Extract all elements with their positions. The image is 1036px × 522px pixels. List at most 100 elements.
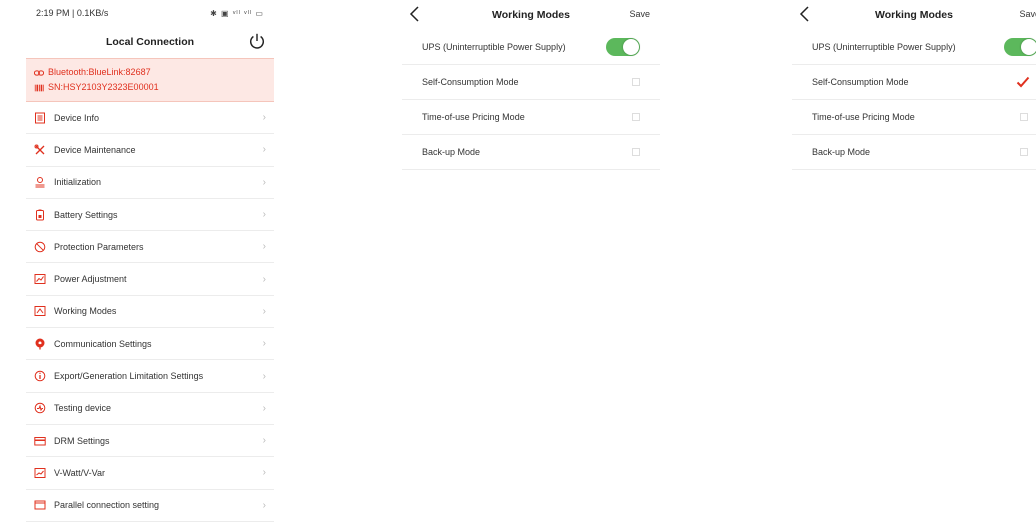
bluetooth-row: Bluetooth:BlueLink:82687 bbox=[34, 65, 266, 80]
sn-row: SN:HSY2103Y2323E00001 bbox=[34, 80, 266, 95]
chevron-right-icon: › bbox=[262, 402, 266, 414]
menu-item-drm-settings[interactable]: DRM Settings › bbox=[26, 425, 274, 458]
chevron-right-icon: › bbox=[262, 176, 266, 188]
mode-row-ups: UPS (Uninterruptible Power Supply) bbox=[792, 30, 1036, 65]
link-icon bbox=[34, 69, 44, 76]
menu-label: V-Watt/V-Var bbox=[54, 467, 106, 478]
menu-label: Power Adjustment bbox=[54, 274, 127, 285]
chevron-right-icon: › bbox=[262, 370, 266, 382]
chevron-right-icon: › bbox=[262, 467, 266, 479]
ups-toggle[interactable] bbox=[606, 38, 640, 56]
settings-menu: Device Info › Device Maintenance › Initi… bbox=[26, 102, 274, 522]
header: Working Modes Save bbox=[402, 0, 660, 30]
mode-label: Back-up Mode bbox=[812, 147, 871, 157]
status-icons: ✱ ▣ ᵛˡˡ ᵛˡˡ ▭ bbox=[210, 8, 264, 18]
menu-label: Parallel connection setting bbox=[54, 500, 160, 511]
mode-label: Time-of-use Pricing Mode bbox=[812, 112, 915, 122]
mode-row-back-up: Back-up Mode bbox=[792, 135, 1036, 170]
self-consumption-checkbox[interactable] bbox=[632, 78, 640, 86]
mode-row-self-consumption: Self-Consumption Mode bbox=[792, 65, 1036, 100]
bluetooth-label: Bluetooth:BlueLink:82687 bbox=[48, 67, 151, 77]
power-icon[interactable] bbox=[248, 32, 266, 50]
chart-icon bbox=[34, 274, 46, 285]
shield-icon bbox=[34, 241, 46, 253]
status-time: 2:19 PM | 0.1KB/s bbox=[36, 8, 109, 18]
working-modes-screen-selected: Working Modes Save UPS (Uninterruptible … bbox=[792, 0, 1036, 180]
save-button[interactable]: Save bbox=[1019, 9, 1036, 19]
menu-item-parallel-connection[interactable]: Parallel connection setting › bbox=[26, 490, 274, 522]
menu-item-power-adjustment[interactable]: Power Adjustment › bbox=[26, 263, 274, 296]
menu-label: Initialization bbox=[54, 177, 102, 188]
connection-info: Bluetooth:BlueLink:82687 SN:HSY2103Y2323… bbox=[26, 58, 274, 102]
graph-icon bbox=[34, 467, 46, 478]
menu-label: Communication Settings bbox=[54, 338, 152, 349]
chevron-right-icon: › bbox=[262, 305, 266, 317]
status-bar: 2:19 PM | 0.1KB/s ✱ ▣ ᵛˡˡ ᵛˡˡ ▭ bbox=[26, 0, 274, 26]
menu-item-device-info[interactable]: Device Info › bbox=[26, 102, 274, 135]
antenna-icon bbox=[35, 338, 45, 350]
mode-label: UPS (Uninterruptible Power Supply) bbox=[812, 42, 956, 52]
menu-item-testing-device[interactable]: Testing device › bbox=[26, 393, 274, 425]
page-title: Working Modes bbox=[492, 9, 570, 21]
menu-label: Protection Parameters bbox=[54, 241, 144, 252]
title-bar: Local Connection bbox=[26, 26, 274, 58]
menu-label: Battery Settings bbox=[54, 209, 118, 220]
modes-icon bbox=[34, 306, 46, 317]
menu-item-initialization[interactable]: Initialization › bbox=[26, 167, 274, 199]
chevron-right-icon: › bbox=[262, 338, 266, 350]
menu-item-working-modes[interactable]: Working Modes › bbox=[26, 296, 274, 329]
serial-number: SN:HSY2103Y2323E00001 bbox=[48, 82, 159, 92]
checkmark-icon[interactable] bbox=[1016, 76, 1030, 88]
page-title: Working Modes bbox=[875, 9, 953, 21]
toggle-knob bbox=[1021, 39, 1036, 55]
card-icon bbox=[34, 436, 46, 446]
menu-label: Device Maintenance bbox=[54, 144, 136, 155]
person-icon bbox=[35, 177, 45, 188]
menu-label: DRM Settings bbox=[54, 435, 110, 446]
mode-row-self-consumption: Self-Consumption Mode bbox=[402, 65, 660, 100]
back-up-checkbox[interactable] bbox=[1020, 148, 1028, 156]
menu-label: Export/Generation Limitation Settings bbox=[54, 371, 204, 382]
page-title: Local Connection bbox=[105, 36, 195, 48]
mode-row-ups: UPS (Uninterruptible Power Supply) bbox=[402, 30, 660, 65]
barcode-icon bbox=[34, 84, 44, 91]
menu-item-export-limitation[interactable]: Export/Generation Limitation Settings › bbox=[26, 360, 274, 393]
menu-label: Testing device bbox=[54, 403, 112, 414]
tools-icon bbox=[34, 144, 45, 155]
menu-label: Working Modes bbox=[54, 306, 117, 317]
chevron-right-icon: › bbox=[262, 499, 266, 511]
document-icon bbox=[35, 112, 45, 124]
chevron-right-icon: › bbox=[262, 144, 266, 156]
mode-row-time-of-use: Time-of-use Pricing Mode bbox=[402, 100, 660, 135]
chevron-right-icon: › bbox=[262, 209, 266, 221]
menu-item-device-maintenance[interactable]: Device Maintenance › bbox=[26, 134, 274, 167]
time-of-use-checkbox[interactable] bbox=[632, 113, 640, 121]
mode-label: UPS (Uninterruptible Power Supply) bbox=[422, 42, 566, 52]
back-arrow-icon[interactable] bbox=[408, 4, 422, 24]
chevron-right-icon: › bbox=[262, 273, 266, 285]
mode-label: Time-of-use Pricing Mode bbox=[422, 112, 525, 122]
time-of-use-checkbox[interactable] bbox=[1020, 113, 1028, 121]
chevron-right-icon: › bbox=[262, 241, 266, 253]
working-modes-screen-default: Working Modes Save UPS (Uninterruptible … bbox=[402, 0, 660, 180]
local-connection-screen: 2:19 PM | 0.1KB/s ✱ ▣ ᵛˡˡ ᵛˡˡ ▭ Local Co… bbox=[26, 0, 274, 522]
menu-label: Device Info bbox=[54, 112, 100, 123]
ups-toggle[interactable] bbox=[1004, 38, 1036, 56]
header: Working Modes Save bbox=[792, 0, 1036, 30]
menu-item-communication-settings[interactable]: Communication Settings › bbox=[26, 328, 274, 361]
test-icon bbox=[34, 403, 46, 414]
menu-item-v-watt-v-var[interactable]: V-Watt/V-Var › bbox=[26, 457, 274, 490]
window-icon bbox=[34, 500, 46, 510]
menu-item-protection-parameters[interactable]: Protection Parameters › bbox=[26, 231, 274, 264]
toggle-knob bbox=[623, 39, 639, 55]
save-button[interactable]: Save bbox=[629, 9, 650, 19]
mode-row-back-up: Back-up Mode bbox=[402, 135, 660, 170]
info-icon bbox=[34, 370, 46, 382]
mode-label: Self-Consumption Mode bbox=[812, 77, 909, 87]
mode-row-time-of-use: Time-of-use Pricing Mode bbox=[792, 100, 1036, 135]
mode-label: Back-up Mode bbox=[422, 147, 481, 157]
back-up-checkbox[interactable] bbox=[632, 148, 640, 156]
menu-item-battery-settings[interactable]: Battery Settings › bbox=[26, 199, 274, 232]
back-arrow-icon[interactable] bbox=[798, 4, 812, 24]
chevron-right-icon: › bbox=[262, 435, 266, 447]
